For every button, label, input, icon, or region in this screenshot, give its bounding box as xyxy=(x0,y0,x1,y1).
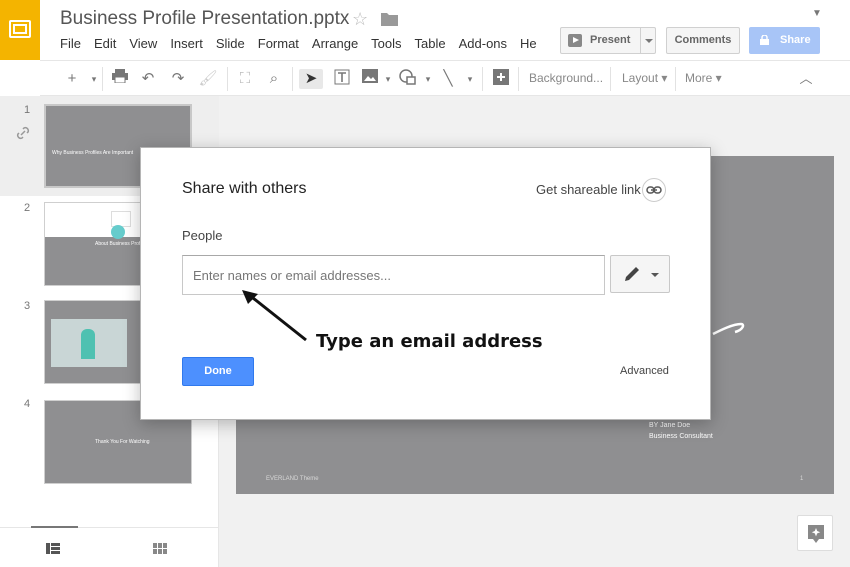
slide-thumb-circle xyxy=(111,225,125,239)
image-icon[interactable] xyxy=(360,69,380,89)
slide-thumb-box xyxy=(111,211,131,227)
permission-dropdown[interactable] xyxy=(610,255,670,293)
menu-insert[interactable]: Insert xyxy=(170,36,203,51)
redo-icon[interactable]: ↷ xyxy=(168,69,188,89)
zoom-fit-icon[interactable]: ⛶ xyxy=(235,69,255,89)
get-shareable-link[interactable]: Get shareable link xyxy=(536,182,641,197)
slide-author-role: Business Consultant xyxy=(649,433,713,440)
play-icon xyxy=(568,34,582,47)
line-dropdown[interactable]: ▾ xyxy=(460,69,480,89)
link-icon[interactable] xyxy=(642,178,666,202)
menu-arrange[interactable]: Arrange xyxy=(312,36,358,51)
folder-icon[interactable] xyxy=(381,12,398,31)
explore-icon xyxy=(808,525,824,543)
app-header: Business Profile Presentation.pptx ☆ Fil… xyxy=(0,0,850,60)
active-view-indicator xyxy=(31,526,78,528)
present-button[interactable]: Present xyxy=(560,27,656,54)
slide-thumb-text: About Business Profile xyxy=(95,241,146,247)
toolbar-divider xyxy=(675,67,676,91)
list-view-icon[interactable] xyxy=(46,541,60,559)
slide-author: BY Jane Doe xyxy=(649,422,691,429)
toolbar-divider xyxy=(292,67,293,91)
comments-button[interactable]: Comments xyxy=(666,27,740,54)
select-cursor-icon[interactable]: ➤ xyxy=(299,69,323,89)
slide-swoosh-graphic xyxy=(712,322,745,336)
new-slide-layout-dropdown[interactable]: ▾ xyxy=(84,69,104,89)
toolbar-divider xyxy=(102,67,103,91)
toolbar-divider xyxy=(227,67,228,91)
advanced-link[interactable]: Advanced xyxy=(620,365,669,377)
slide-theme-label: EVERLAND Theme xyxy=(266,476,319,482)
layout-button[interactable]: Layout ▾ xyxy=(622,71,667,85)
star-icon[interactable]: ☆ xyxy=(352,9,368,30)
more-label: More xyxy=(685,71,713,85)
menu-tools[interactable]: Tools xyxy=(371,36,401,51)
dialog-title: Share with others xyxy=(182,180,307,197)
image-dropdown[interactable]: ▾ xyxy=(378,69,398,89)
link-icon xyxy=(15,125,31,146)
new-slide-icon[interactable]: + xyxy=(62,69,82,89)
chevron-down-icon xyxy=(651,273,659,277)
menu-help[interactable]: He xyxy=(520,36,537,51)
lock-icon xyxy=(760,35,769,45)
menu-edit[interactable]: Edit xyxy=(94,36,116,51)
collapse-toolbar-icon[interactable]: ︿ xyxy=(796,69,816,89)
menu-slide[interactable]: Slide xyxy=(216,36,245,51)
person-figure xyxy=(81,329,95,359)
slide-thumb-video xyxy=(51,319,127,367)
toolbar: + ▾ ↶ ↷ 🖌 ⛶ ⌕ ➤ ▾ ▾ ╲ ▾ Background... La… xyxy=(40,60,850,96)
line-icon[interactable]: ╲ xyxy=(438,69,458,89)
menu-addons[interactable]: Add-ons xyxy=(459,36,507,51)
annotation-arrow xyxy=(242,290,307,342)
print-icon[interactable] xyxy=(110,69,130,89)
menu-bar: File Edit View Insert Slide Format Arran… xyxy=(60,36,550,51)
zoom-icon[interactable]: ⌕ xyxy=(264,69,284,89)
menu-file[interactable]: File xyxy=(60,36,81,51)
slides-logo-icon[interactable] xyxy=(0,0,40,60)
menu-table[interactable]: Table xyxy=(415,36,446,51)
collapse-header-icon[interactable]: ▼ xyxy=(812,8,822,19)
layout-label: Layout xyxy=(622,71,659,85)
toolbar-divider xyxy=(482,67,483,91)
present-label: Present xyxy=(590,34,631,46)
slide-thumb-text: Why Business Profiles Are Important xyxy=(52,150,134,156)
slide-number: 4 xyxy=(24,398,31,410)
paint-format-icon[interactable]: 🖌 xyxy=(198,69,218,89)
grid-view-icon[interactable] xyxy=(153,541,167,559)
annotation-text: Type an email address xyxy=(316,331,543,352)
more-button[interactable]: More ▾ xyxy=(685,71,722,85)
filmstrip-view-toggle xyxy=(0,526,219,567)
document-title[interactable]: Business Profile Presentation.pptx xyxy=(60,8,349,30)
shape-icon[interactable] xyxy=(398,69,418,89)
share-label: Share xyxy=(780,34,811,46)
toolbar-divider xyxy=(518,67,519,91)
explore-button[interactable] xyxy=(797,515,833,551)
undo-icon[interactable]: ↶ xyxy=(138,69,158,89)
done-button[interactable]: Done xyxy=(182,357,254,386)
pencil-icon xyxy=(625,267,639,281)
present-options-dropdown[interactable] xyxy=(640,28,656,53)
menu-format[interactable]: Format xyxy=(258,36,299,51)
slide-page-number: 1 xyxy=(800,476,804,482)
slide-number: 2 xyxy=(24,202,31,214)
people-label: People xyxy=(182,228,223,243)
share-button[interactable]: Share xyxy=(749,27,820,54)
text-box-icon[interactable] xyxy=(332,69,352,89)
slide-number: 3 xyxy=(24,300,31,312)
background-button[interactable]: Background... xyxy=(529,71,603,85)
slide-thumb-text: Thank You For Watching xyxy=(95,439,150,445)
share-dialog: Share with others Get shareable link Peo… xyxy=(140,147,711,420)
insert-comment-icon[interactable] xyxy=(491,69,511,89)
menu-view[interactable]: View xyxy=(129,36,157,51)
slide-number: 1 xyxy=(24,104,31,116)
shape-dropdown[interactable]: ▾ xyxy=(418,69,438,89)
slide-byline: BY Jane Doe Business Consultant xyxy=(649,420,713,442)
toolbar-divider xyxy=(610,67,611,91)
